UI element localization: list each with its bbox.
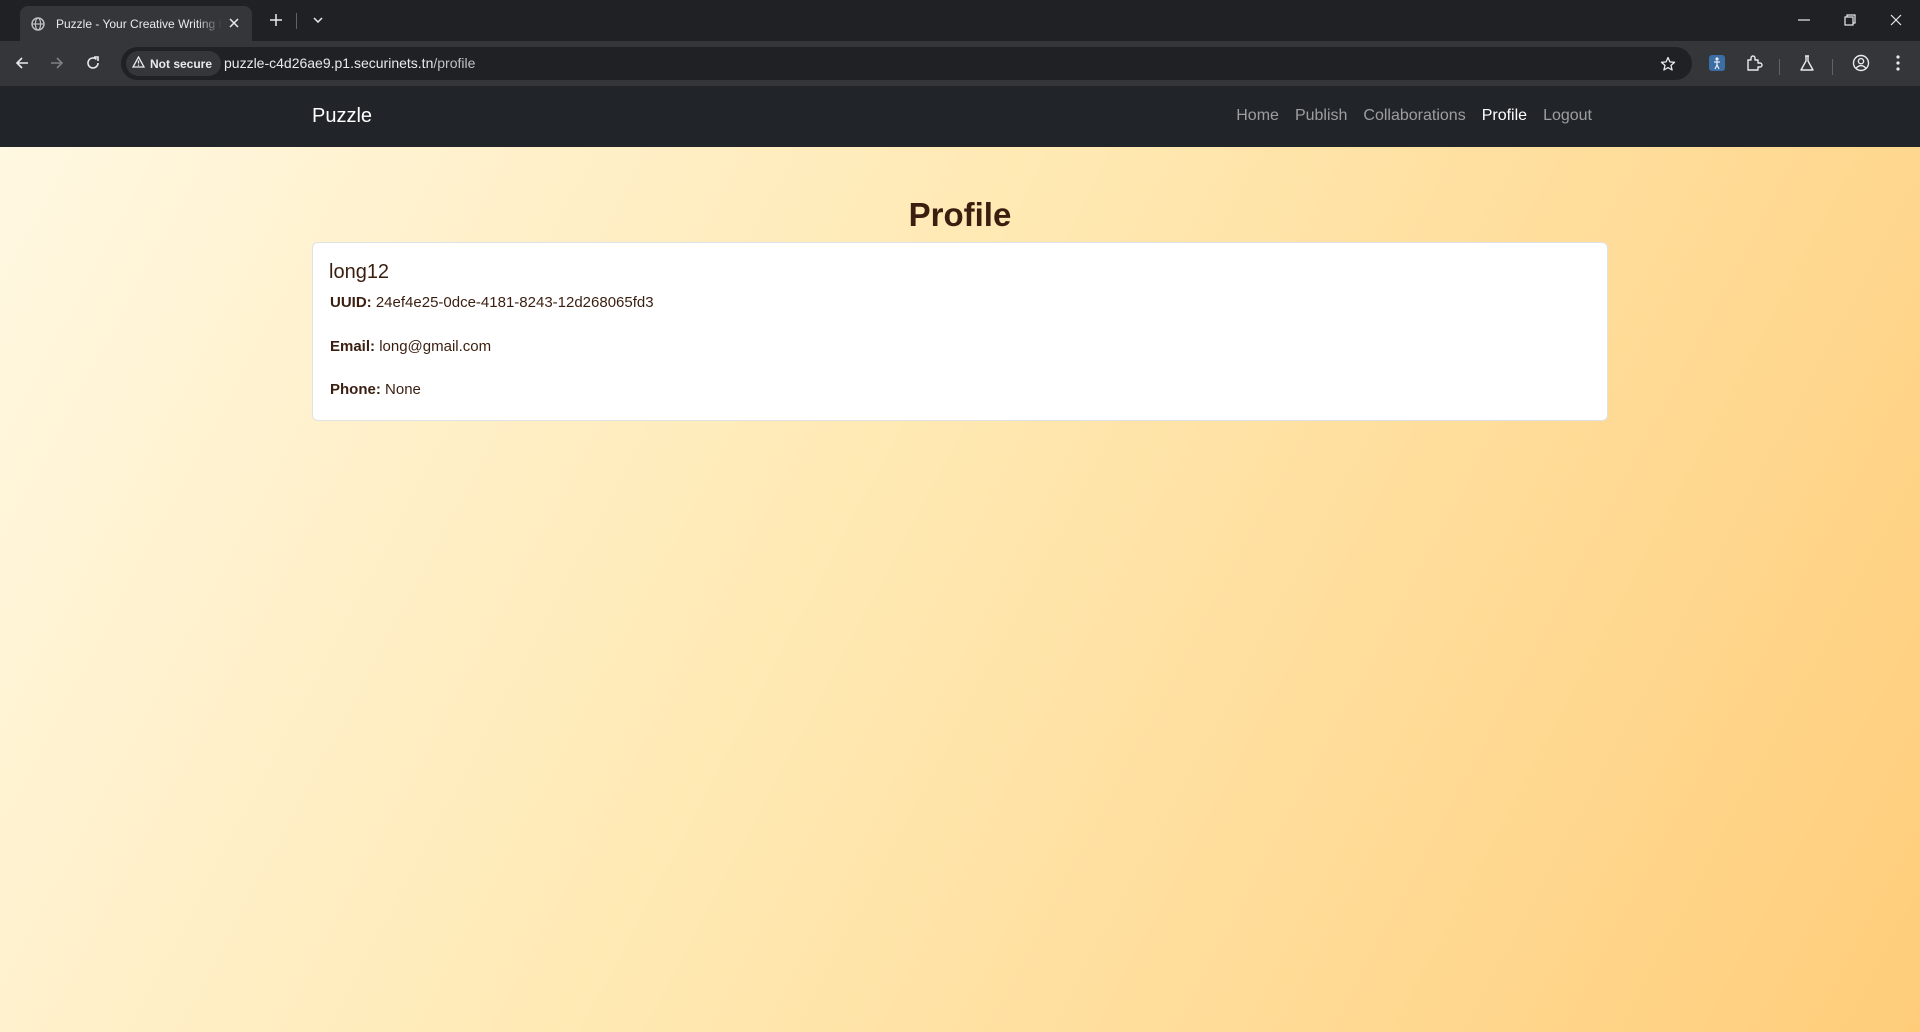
uuid-value: 24ef4e25-0dce-4181-8243-12d268065fd3 [375, 294, 654, 311]
extensions-puzzle-icon[interactable] [1743, 52, 1765, 74]
site-brand[interactable]: Puzzle [312, 105, 372, 128]
profile-email-row: Email: long@gmail.com [330, 338, 491, 355]
nav-link-logout[interactable]: Logout [1535, 107, 1600, 125]
back-arrow-icon[interactable] [9, 50, 35, 76]
phone-label: Phone: [330, 381, 381, 398]
browser-toolbar: Not secure puzzle-c4d26ae9.p1.securinets… [0, 41, 1920, 86]
tab-title: Puzzle - Your Creative Writing Hub [56, 16, 222, 31]
profile-username: long12 [329, 261, 390, 283]
site-navbar: Puzzle Home Publish Collaborations Profi… [0, 86, 1920, 147]
phone-value: None [385, 381, 421, 398]
site-nav-links: Home Publish Collaborations Profile Logo… [1228, 107, 1600, 125]
email-value: long@gmail.com [379, 338, 492, 355]
profile-uuid-row: UUID: 24ef4e25-0dce-4181-8243-12d268065f… [330, 294, 654, 311]
browser-tabstrip: Puzzle - Your Creative Writing Hub [0, 0, 1920, 41]
security-chip[interactable]: Not secure [126, 51, 222, 76]
reload-icon[interactable] [80, 50, 106, 76]
close-window-icon[interactable] [1884, 8, 1908, 32]
nav-link-publish[interactable]: Publish [1287, 107, 1355, 125]
browser-tab-active[interactable]: Puzzle - Your Creative Writing Hub [20, 6, 252, 41]
email-label: Email: [330, 338, 376, 355]
forward-arrow-icon[interactable] [44, 50, 70, 76]
profile-avatar-icon[interactable] [1850, 52, 1872, 74]
url-path: /profile [433, 55, 476, 71]
labs-flask-icon[interactable] [1796, 52, 1818, 74]
extension-figure-icon[interactable] [1706, 52, 1728, 74]
minimize-window-icon[interactable] [1792, 8, 1816, 32]
page-title: Profile [908, 196, 1012, 233]
tab-search-chevron-icon[interactable] [308, 10, 328, 30]
more-menu-icon[interactable] [1887, 52, 1909, 74]
tab-separator [296, 13, 297, 29]
new-tab-button[interactable] [266, 10, 286, 30]
profile-phone-row: Phone: None [330, 381, 421, 398]
url-text[interactable]: puzzle-c4d26ae9.p1.securinets.tn/profile [224, 55, 475, 71]
toolbar-separator [1832, 59, 1833, 75]
nav-link-home[interactable]: Home [1228, 107, 1287, 125]
address-bar[interactable]: Not secure puzzle-c4d26ae9.p1.securinets… [121, 47, 1692, 80]
warning-triangle-icon [131, 55, 146, 71]
close-tab-icon[interactable] [226, 15, 242, 31]
nav-link-profile[interactable]: Profile [1474, 107, 1535, 125]
nav-link-collaborations[interactable]: Collaborations [1355, 107, 1473, 125]
toolbar-separator [1779, 59, 1780, 75]
restore-window-icon[interactable] [1838, 8, 1862, 32]
web-page: Puzzle Home Publish Collaborations Profi… [0, 86, 1920, 1032]
uuid-label: UUID: [330, 294, 372, 311]
security-label: Not secure [150, 56, 213, 71]
url-host: puzzle-c4d26ae9.p1.securinets.tn [224, 55, 434, 71]
profile-card: long12 UUID: 24ef4e25-0dce-4181-8243-12d… [312, 242, 1608, 421]
bookmark-star-icon[interactable] [1658, 54, 1678, 74]
globe-icon [30, 16, 46, 32]
